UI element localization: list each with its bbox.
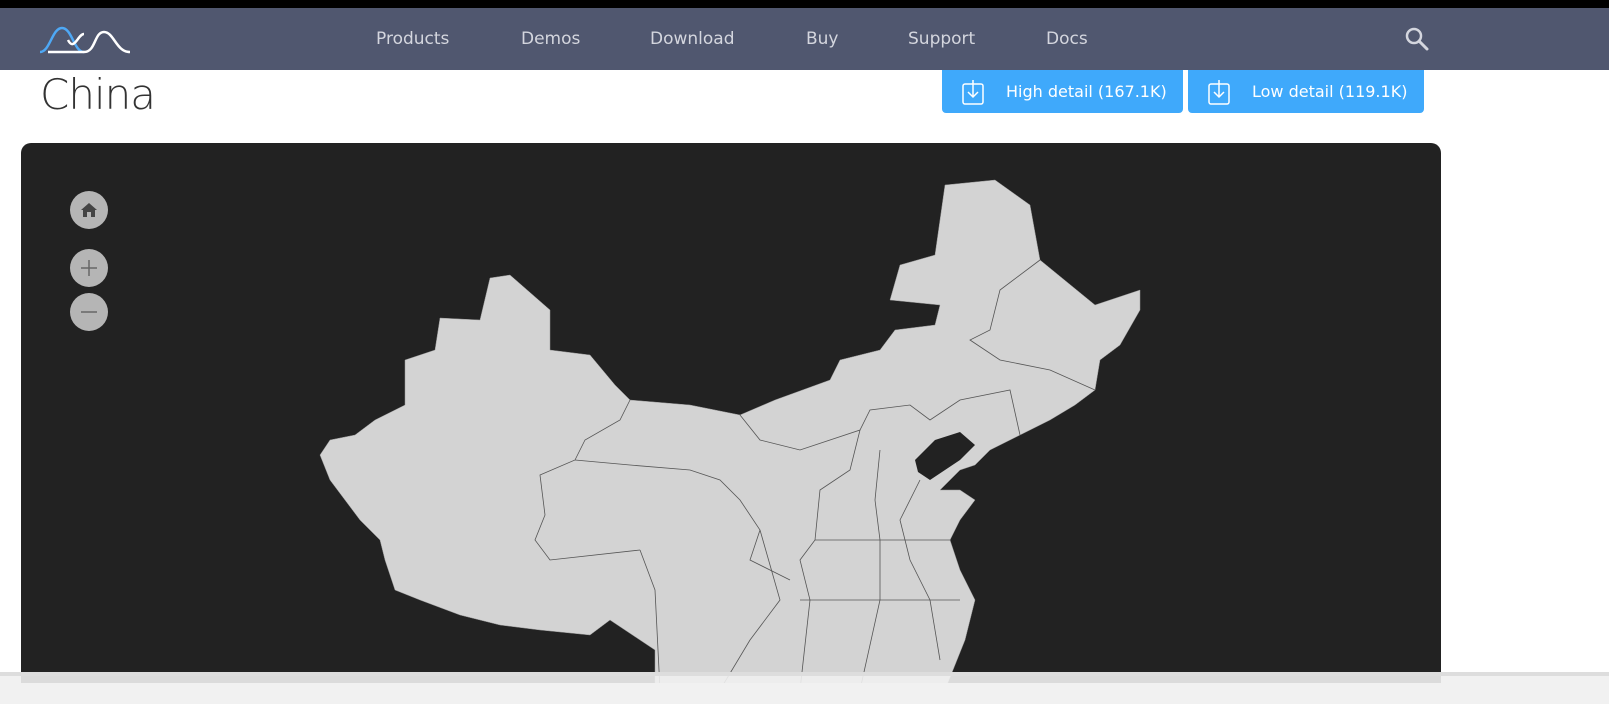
zoom-in-icon (81, 260, 97, 276)
zoom-in-button[interactable] (70, 249, 108, 287)
logo[interactable] (38, 26, 132, 54)
china-land (319, 179, 1141, 683)
nav-buy[interactable]: Buy (806, 29, 839, 49)
home-button[interactable] (70, 191, 108, 229)
nav-support[interactable]: Support (908, 29, 975, 49)
home-icon (81, 203, 97, 217)
download-icon (962, 79, 984, 105)
top-decorative-strip (0, 0, 1609, 8)
china-map[interactable] (21, 143, 1441, 683)
zoom-out-icon (81, 311, 97, 313)
page-title: China (40, 70, 156, 119)
nav-download[interactable]: Download (650, 29, 735, 49)
nav-products[interactable]: Products (376, 29, 449, 49)
download-high-label: High detail (167.1K) (1006, 82, 1167, 101)
download-icon (1208, 79, 1230, 105)
nav-docs[interactable]: Docs (1046, 29, 1088, 49)
top-navbar: Products Demos Download Buy Support Docs (0, 8, 1609, 70)
search-icon[interactable] (1404, 26, 1430, 52)
map-container[interactable] (21, 143, 1441, 683)
zoom-out-button[interactable] (70, 293, 108, 331)
download-high-detail-button[interactable]: High detail (167.1K) (942, 70, 1183, 113)
bottom-overlay (0, 672, 1609, 704)
download-low-label: Low detail (119.1K) (1252, 82, 1408, 101)
download-low-detail-button[interactable]: Low detail (119.1K) (1188, 70, 1424, 113)
nav-demos[interactable]: Demos (521, 29, 580, 49)
